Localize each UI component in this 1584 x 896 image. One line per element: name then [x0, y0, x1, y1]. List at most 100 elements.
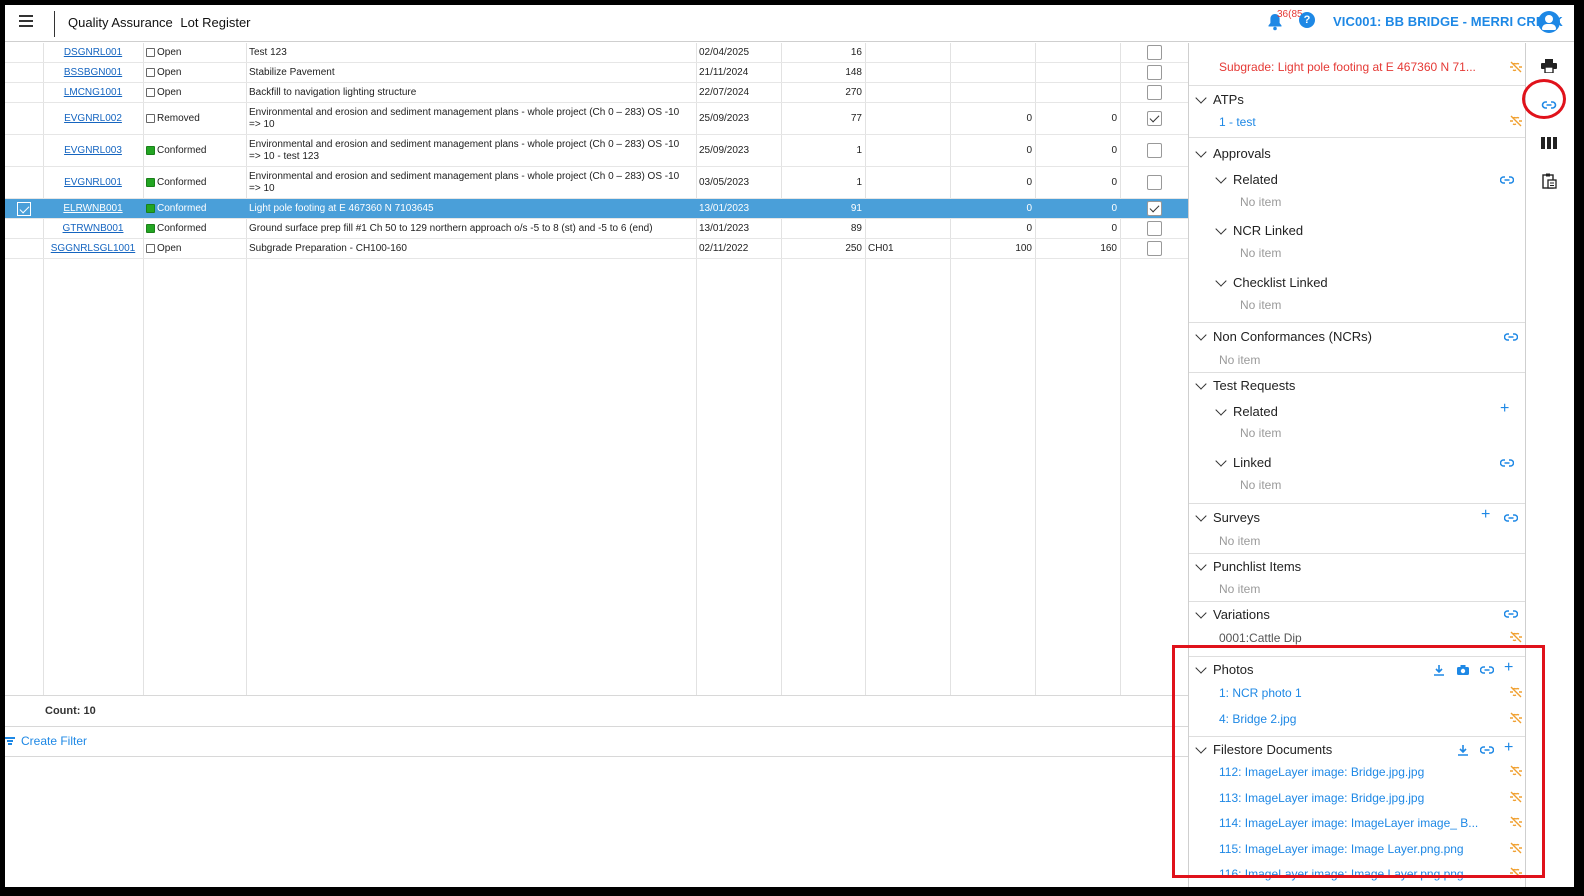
- row-checkbox[interactable]: [1146, 85, 1162, 100]
- link-icon[interactable]: [1500, 457, 1514, 469]
- unlink-icon[interactable]: [1509, 842, 1523, 854]
- table-row[interactable]: GTRWNB001 Conformed Ground surface prep fi…: [5, 219, 1188, 239]
- unlink-icon[interactable]: [1509, 686, 1523, 698]
- row-checkbox[interactable]: [1146, 65, 1162, 80]
- unlink-icon[interactable]: [1509, 712, 1523, 724]
- atp-item[interactable]: 1 - test: [1219, 115, 1256, 129]
- avatar[interactable]: [1538, 11, 1560, 33]
- row-checkbox[interactable]: [1146, 45, 1162, 60]
- table-row[interactable]: EVGNRL001 Conformed Environmental and eros…: [5, 167, 1188, 199]
- test-requests-header[interactable]: Test Requests: [1195, 377, 1295, 393]
- lot-number-link[interactable]: BSSBGN001: [43, 67, 143, 78]
- related-header[interactable]: Related: [1215, 403, 1278, 419]
- plus-icon[interactable]: +: [1500, 400, 1509, 418]
- help-icon[interactable]: ?: [1299, 12, 1315, 28]
- link-icon[interactable]: [1504, 608, 1518, 620]
- unlink-icon[interactable]: [1509, 816, 1523, 828]
- table-row[interactable]: EVGNRL003 Conformed Environmental and eros…: [5, 135, 1188, 167]
- lot-number-link[interactable]: GTRWNB001: [43, 223, 143, 234]
- filestore-item[interactable]: 115: ImageLayer image: Image Layer.png.p…: [1219, 842, 1464, 856]
- menu-icon[interactable]: [19, 15, 33, 27]
- link-icon[interactable]: [1504, 331, 1518, 343]
- plus-icon[interactable]: +: [1481, 506, 1490, 524]
- related-header[interactable]: Related: [1215, 171, 1278, 187]
- lot-number-link[interactable]: SGGNRLSGL1001: [43, 243, 143, 254]
- quantity-cell: 77: [850, 113, 862, 124]
- row-selector-cell[interactable]: [5, 167, 43, 198]
- row-checkbox[interactable]: [1146, 143, 1162, 158]
- approvals-header[interactable]: Approvals: [1195, 145, 1271, 161]
- lot-number-link[interactable]: EVGNRL002: [43, 113, 143, 124]
- unlink-icon[interactable]: [1509, 765, 1523, 777]
- link-icon[interactable]: [1504, 512, 1518, 524]
- table-row[interactable]: SGGNRLSGL1001 Open Subgrade Preparation - …: [5, 239, 1188, 259]
- section-title: NCR Linked: [1233, 223, 1304, 238]
- atps-header[interactable]: ATPs: [1195, 91, 1244, 107]
- download-icon[interactable]: [1432, 664, 1446, 676]
- row-selector-cell[interactable]: [5, 63, 43, 82]
- camera-icon[interactable]: [1456, 664, 1470, 676]
- table-row[interactable]: DSGNRL001 Open Test 123 02/04/2025 16: [5, 43, 1188, 63]
- row-checkbox[interactable]: [1146, 221, 1162, 236]
- row-selector-cell[interactable]: [5, 103, 43, 134]
- lot-number-link[interactable]: EVGNRL003: [43, 145, 143, 156]
- lot-number-link[interactable]: DSGNRL001: [43, 47, 143, 58]
- unlink-icon[interactable]: [1509, 867, 1523, 879]
- filestore-header[interactable]: Filestore Documents: [1195, 741, 1332, 757]
- row-selector-cell[interactable]: [5, 219, 43, 238]
- row-selector-cell[interactable]: [5, 83, 43, 102]
- link-icon[interactable]: [1541, 99, 1557, 111]
- date-text: 25/09/2023: [699, 145, 750, 156]
- filestore-item[interactable]: 116: ImageLayer image: Image Layer.png.p…: [1219, 867, 1464, 881]
- row-selector-cell[interactable]: [5, 239, 43, 258]
- unlink-icon[interactable]: [1509, 115, 1523, 127]
- variations-header[interactable]: Variations: [1195, 606, 1270, 622]
- row-checkbox[interactable]: [1146, 201, 1162, 216]
- unlink-icon[interactable]: [1509, 631, 1523, 643]
- filestore-item[interactable]: 114: ImageLayer image: ImageLayer image_…: [1219, 816, 1478, 830]
- checklist-linked-header[interactable]: Checklist Linked: [1215, 274, 1328, 290]
- lot-number-link[interactable]: ELRWNB001: [43, 203, 143, 214]
- lot-number-link[interactable]: EVGNRL001: [43, 177, 143, 188]
- print-icon[interactable]: [1541, 59, 1557, 73]
- plus-icon[interactable]: +: [1504, 659, 1513, 677]
- link-icon[interactable]: [1480, 744, 1494, 756]
- photo-item[interactable]: 4: Bridge 2.jpg: [1219, 712, 1296, 726]
- row-checkbox[interactable]: [1146, 111, 1162, 126]
- table-row[interactable]: EVGNRL002 Removed Environmental and erosio…: [5, 103, 1188, 135]
- checklist-item[interactable]: Subgrade: Light pole footing at E 467360…: [1219, 60, 1476, 74]
- table-row[interactable]: BSSBGN001 Open Stabilize Pavement 21/11/202…: [5, 63, 1188, 83]
- link-icon[interactable]: [1500, 174, 1514, 186]
- variation-item[interactable]: 0001:Cattle Dip: [1219, 631, 1302, 645]
- row-checkbox[interactable]: [1146, 241, 1162, 256]
- create-filter-button[interactable]: Create Filter: [5, 734, 87, 748]
- row-selector-cell[interactable]: [5, 199, 43, 218]
- photos-header[interactable]: Photos: [1195, 661, 1253, 677]
- download-icon[interactable]: [1456, 744, 1470, 756]
- filestore-item[interactable]: 113: ImageLayer image: Bridge.jpg.jpg: [1219, 791, 1424, 805]
- lot-number-link[interactable]: LMCNG1001: [43, 87, 143, 98]
- plus-icon[interactable]: +: [1504, 739, 1513, 757]
- columns-icon[interactable]: [1541, 137, 1557, 149]
- status-indicator: [146, 68, 155, 77]
- photo-item[interactable]: 1: NCR photo 1: [1219, 686, 1302, 700]
- ncrs-header[interactable]: Non Conformances (NCRs): [1195, 328, 1372, 344]
- unlink-icon[interactable]: [1509, 61, 1523, 73]
- table-row[interactable]: ELRWNB001 Conformed Light pole footing at …: [5, 199, 1188, 219]
- unlink-icon[interactable]: [1509, 791, 1523, 803]
- linked-header[interactable]: Linked: [1215, 454, 1271, 470]
- row-checkbox[interactable]: [1146, 175, 1162, 190]
- project-selector[interactable]: VIC001: BB BRIDGE - MERRI CREEK: [1333, 14, 1563, 29]
- row-selector-cell[interactable]: [5, 43, 43, 62]
- row-selector-cell[interactable]: [5, 135, 43, 166]
- row-select-checkbox[interactable]: [17, 201, 31, 216]
- surveys-header[interactable]: Surveys: [1195, 509, 1260, 525]
- clipboard-icon[interactable]: [1541, 173, 1557, 189]
- ncr-linked-header[interactable]: NCR Linked: [1215, 222, 1304, 238]
- table-row[interactable]: LMCNG1001 Open Backfill to navigation ligh…: [5, 83, 1188, 103]
- chevron-down-icon: [1195, 606, 1207, 619]
- filestore-item[interactable]: 112: ImageLayer image: Bridge.jpg.jpg: [1219, 765, 1424, 779]
- divider: [5, 726, 1188, 727]
- punchlist-header[interactable]: Punchlist Items: [1195, 558, 1301, 574]
- link-icon[interactable]: [1480, 664, 1494, 676]
